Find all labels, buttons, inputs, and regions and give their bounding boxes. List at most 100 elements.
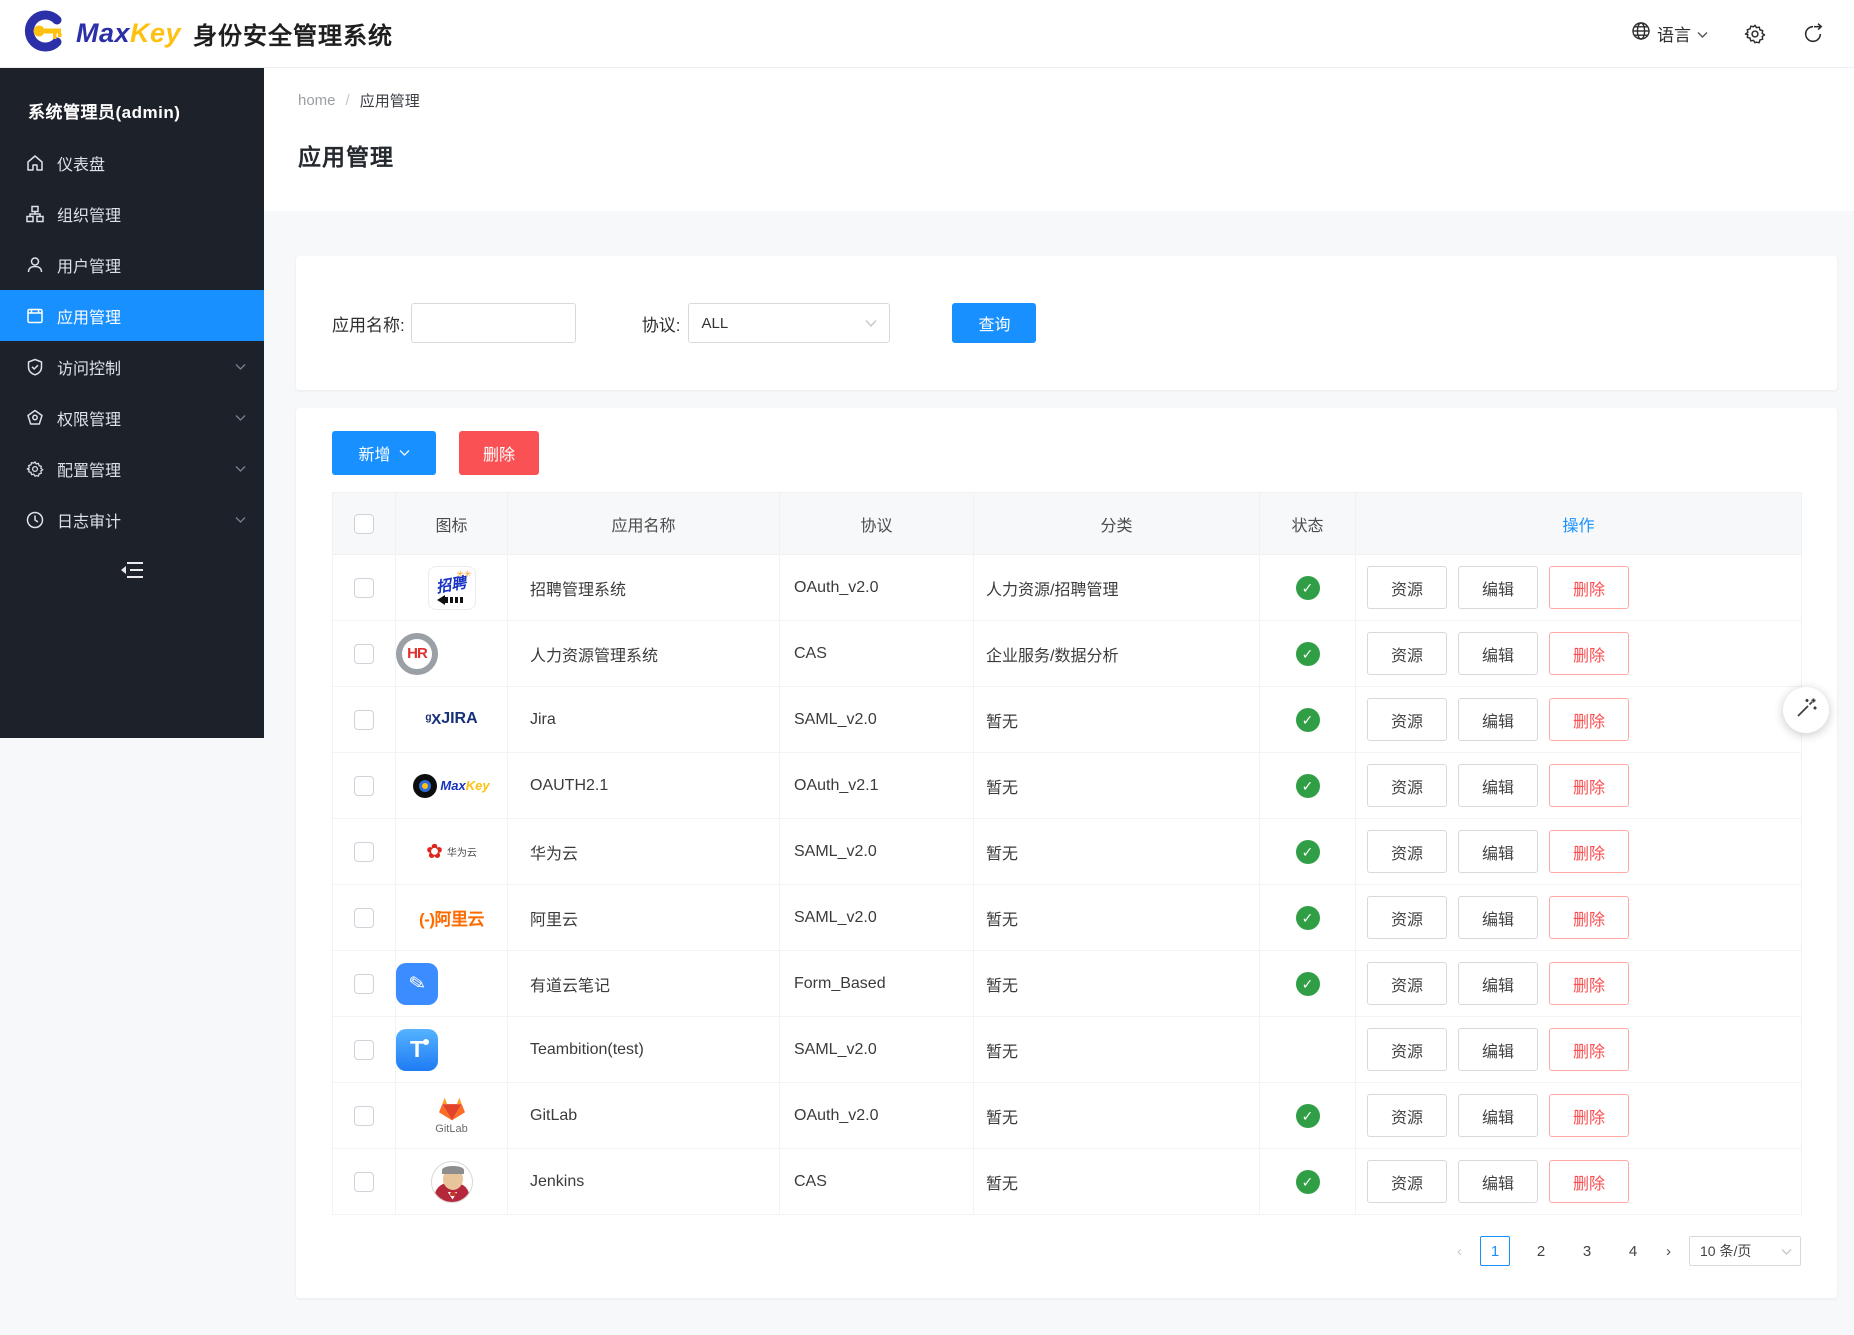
resource-button[interactable]: 资源: [1367, 632, 1447, 675]
sidebar-item-permission[interactable]: 权限管理: [0, 392, 264, 443]
edit-button[interactable]: 编辑: [1458, 698, 1538, 741]
gitlab-app-icon: GitLab: [396, 1096, 507, 1135]
edit-button[interactable]: 编辑: [1458, 1160, 1538, 1203]
sidebar-item-label: 访问控制: [57, 355, 235, 379]
row-checkbox[interactable]: [354, 578, 374, 598]
edit-button[interactable]: 编辑: [1458, 830, 1538, 873]
delete-row-button[interactable]: 删除: [1549, 962, 1629, 1005]
delete-row-button[interactable]: 删除: [1549, 698, 1629, 741]
sidebar-item-user[interactable]: 用户管理: [0, 239, 264, 290]
jenkins-app-icon: [431, 1173, 473, 1190]
menu-fold-icon[interactable]: [119, 559, 145, 581]
edit-button[interactable]: 编辑: [1458, 896, 1538, 939]
bulk-delete-button[interactable]: 删除: [459, 431, 539, 475]
sidebar-item-label: 组织管理: [57, 202, 246, 226]
sidebar-item-config[interactable]: 配置管理: [0, 443, 264, 494]
delete-row-button[interactable]: 删除: [1549, 632, 1629, 675]
delete-row-button[interactable]: 删除: [1549, 896, 1629, 939]
breadcrumb-current: 应用管理: [360, 90, 420, 111]
hr-app-icon: HR: [396, 633, 507, 675]
page-number-3[interactable]: 3: [1572, 1236, 1602, 1266]
maxkey-logo-icon: [22, 8, 68, 59]
resource-button[interactable]: 资源: [1367, 1028, 1447, 1071]
app-list-panel: 新增 删除 图标 应用名称 协议 分类 状态 操作 ✳✳招聘招聘管理系统OAut…: [296, 408, 1837, 1298]
edit-button[interactable]: 编辑: [1458, 1094, 1538, 1137]
resource-button[interactable]: 资源: [1367, 566, 1447, 609]
page-number-2[interactable]: 2: [1526, 1236, 1556, 1266]
page-number-4[interactable]: 4: [1618, 1236, 1648, 1266]
delete-row-button[interactable]: 删除: [1549, 566, 1629, 609]
edit-button[interactable]: 编辑: [1458, 764, 1538, 807]
category-cell: 暂无: [974, 1017, 1260, 1083]
edit-button[interactable]: 编辑: [1458, 632, 1538, 675]
app-name-cell: Jira: [508, 687, 780, 753]
resource-button[interactable]: 资源: [1367, 1160, 1447, 1203]
magic-wand-fab-button[interactable]: [1783, 687, 1829, 733]
delete-row-button[interactable]: 删除: [1549, 830, 1629, 873]
sidebar-item-audit[interactable]: 日志审计: [0, 494, 264, 545]
next-page-icon[interactable]: ›: [1666, 1243, 1671, 1260]
resource-button[interactable]: 资源: [1367, 830, 1447, 873]
sidebar-item-org[interactable]: 组织管理: [0, 188, 264, 239]
delete-row-button[interactable]: 删除: [1549, 1028, 1629, 1071]
sidebar-item-dashboard[interactable]: 仪表盘: [0, 137, 264, 188]
row-checkbox[interactable]: [354, 974, 374, 994]
add-button[interactable]: 新增: [332, 431, 436, 475]
status-enabled-badge: ✓: [1296, 642, 1320, 666]
huaweicloud-app-icon: ✿华为云: [396, 842, 507, 862]
delete-row-button[interactable]: 删除: [1549, 764, 1629, 807]
page-title: 应用管理: [298, 138, 1854, 172]
status-enabled-badge: ✓: [1296, 708, 1320, 732]
delete-row-button[interactable]: 删除: [1549, 1160, 1629, 1203]
edit-button[interactable]: 编辑: [1458, 566, 1538, 609]
resource-button[interactable]: 资源: [1367, 764, 1447, 807]
category-cell: 暂无: [974, 753, 1260, 819]
row-checkbox[interactable]: [354, 710, 374, 730]
page-size-select[interactable]: 10 条/页: [1689, 1236, 1801, 1266]
settings-gear-icon[interactable]: [1744, 23, 1766, 45]
row-checkbox[interactable]: [354, 776, 374, 796]
maxkey-app-icon: MaxKey: [396, 774, 507, 798]
query-button[interactable]: 查询: [952, 303, 1036, 343]
chevron-down-icon: [399, 446, 410, 460]
edit-button[interactable]: 编辑: [1458, 1028, 1538, 1071]
row-checkbox[interactable]: [354, 1106, 374, 1126]
protocol-select[interactable]: ALL: [688, 303, 890, 343]
select-all-checkbox[interactable]: [354, 514, 374, 534]
sidebar-item-label: 应用管理: [57, 304, 246, 328]
row-actions: 资源编辑删除: [1356, 830, 1801, 873]
sidebar-item-shield[interactable]: 访问控制: [0, 341, 264, 392]
status-cell: ✓: [1260, 753, 1356, 819]
category-cell: 暂无: [974, 819, 1260, 885]
sidebar-item-apps[interactable]: 应用管理: [0, 290, 264, 341]
delete-row-button[interactable]: 删除: [1549, 1094, 1629, 1137]
edit-button[interactable]: 编辑: [1458, 962, 1538, 1005]
resource-button[interactable]: 资源: [1367, 896, 1447, 939]
row-actions: 资源编辑删除: [1356, 566, 1801, 609]
prev-page-icon[interactable]: ‹: [1457, 1243, 1462, 1260]
status-cell: ✓: [1260, 885, 1356, 951]
aliyun-app-icon: (-)阿里云: [419, 909, 484, 926]
row-checkbox[interactable]: [354, 1172, 374, 1192]
protocol-cell: CAS: [780, 1149, 974, 1215]
resource-button[interactable]: 资源: [1367, 698, 1447, 741]
app-name-input[interactable]: [411, 303, 576, 343]
app-name-cell: Jenkins: [508, 1149, 780, 1215]
globe-icon: [1631, 21, 1651, 46]
youdao-app-icon: ✎: [396, 963, 507, 1005]
page-number-1[interactable]: 1: [1480, 1236, 1510, 1266]
sidebar: 系统管理员(admin) 仪表盘组织管理用户管理应用管理访问控制权限管理配置管理…: [0, 68, 264, 738]
column-header-category: 分类: [974, 493, 1260, 555]
row-checkbox[interactable]: [354, 842, 374, 862]
row-checkbox[interactable]: [354, 644, 374, 664]
column-header-status: 状态: [1260, 493, 1356, 555]
status-cell: ✓: [1260, 819, 1356, 885]
row-checkbox[interactable]: [354, 908, 374, 928]
breadcrumb-home-link[interactable]: home: [298, 92, 336, 109]
resource-button[interactable]: 资源: [1367, 962, 1447, 1005]
current-user-label: 系统管理员(admin): [0, 68, 264, 137]
resource-button[interactable]: 资源: [1367, 1094, 1447, 1137]
logout-icon[interactable]: [1802, 23, 1824, 45]
language-switcher[interactable]: 语言: [1631, 21, 1708, 46]
row-checkbox[interactable]: [354, 1040, 374, 1060]
